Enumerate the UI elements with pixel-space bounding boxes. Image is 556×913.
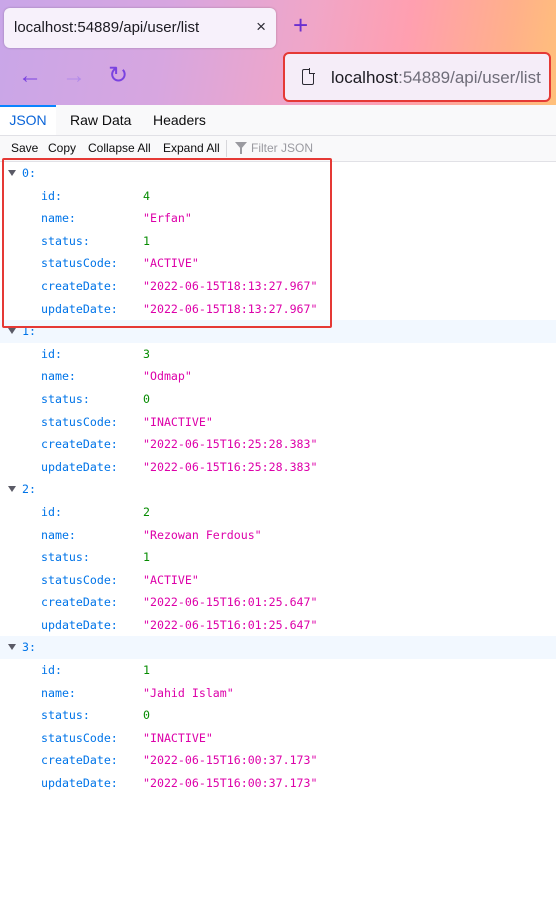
json-field-row: updateDate: "2022-06-15T16:01:25.647" [0,614,556,637]
json-key: status: [41,391,90,406]
json-field-row: id: 2 [0,501,556,524]
highlight-box [2,158,332,328]
json-value: 3 [143,346,150,361]
json-key: updateDate: [41,459,118,474]
json-field-row: statusCode: "ACTIVE" [0,569,556,592]
json-field-row: statusCode: "INACTIVE" [0,411,556,434]
back-button[interactable]: ← [18,64,42,88]
reload-button[interactable]: ↻ [108,64,128,88]
json-key: name: [41,369,76,384]
json-value: "Rezowan Ferdous" [143,527,262,542]
tab-headers[interactable]: Headers [153,105,206,135]
json-node-header[interactable]: 2: [0,478,556,501]
json-field-row: id: 1 [0,659,556,682]
copy-button[interactable]: Copy [48,141,76,155]
json-node-header[interactable]: 3: [0,636,556,660]
expand-twisty-icon[interactable] [8,328,16,335]
json-field-row: updateDate: "2022-06-15T16:00:37.173" [0,772,556,795]
json-field-row: createDate: "2022-06-15T16:00:37.173" [0,749,556,772]
json-key: statusCode: [41,414,118,429]
json-value: "2022-06-15T16:01:25.647" [143,617,318,632]
json-field-row: status: 0 [0,704,556,727]
json-value: "Odmap" [143,369,192,384]
json-key: status: [41,550,90,565]
json-field-row: updateDate: "2022-06-15T16:25:28.383" [0,456,556,479]
json-key: name: [41,527,76,542]
expand-twisty-icon[interactable] [8,486,16,493]
json-value: "2022-06-15T16:00:37.173" [143,776,318,791]
page-icon [302,68,315,85]
json-value: "2022-06-15T16:00:37.173" [143,753,318,768]
json-key: id: [41,346,62,361]
filter-icon [235,142,247,154]
json-key: statusCode: [41,730,118,745]
json-key: id: [41,663,62,678]
json-key: statusCode: [41,572,118,587]
json-value: "Jahid Islam" [143,685,234,700]
json-key: id: [41,504,62,519]
toolbar-divider [226,140,227,157]
json-value: "INACTIVE" [143,414,213,429]
json-index-label: 2: [22,482,36,497]
json-field-row: name: "Rezowan Ferdous" [0,524,556,547]
browser-tab[interactable]: localhost:54889/api/user/list × [4,8,276,48]
json-key: status: [41,708,90,723]
json-field-row: name: "Jahid Islam" [0,682,556,705]
url-text[interactable]: localhost:54889/api/user/list [331,68,541,88]
json-value: 0 [143,708,150,723]
expand-twisty-icon[interactable] [8,644,16,651]
json-index-label: 3: [22,640,36,655]
json-field-row: id: 3 [0,343,556,366]
json-value: "2022-06-15T16:01:25.647" [143,595,318,610]
json-value: "ACTIVE" [143,572,199,587]
address-bar[interactable]: localhost:54889/api/user/list [283,52,551,102]
browser-chrome: localhost:54889/api/user/list × + ← → ↻ … [0,0,556,105]
url-host: localhost [331,68,399,87]
json-key: updateDate: [41,776,118,791]
json-field-row: createDate: "2022-06-15T16:25:28.383" [0,433,556,456]
json-value: "2022-06-15T16:25:28.383" [143,459,318,474]
tab-raw-data[interactable]: Raw Data [70,105,131,135]
json-key: updateDate: [41,617,118,632]
close-tab-icon[interactable]: × [256,17,266,37]
json-value: 2 [143,504,150,519]
save-button[interactable]: Save [11,141,38,155]
json-value: 0 [143,391,150,406]
json-field-row: statusCode: "INACTIVE" [0,727,556,750]
json-key: createDate: [41,753,118,768]
tab-title: localhost:54889/api/user/list [14,19,200,36]
json-field-row: name: "Odmap" [0,365,556,388]
expand-all-button[interactable]: Expand All [163,141,220,155]
json-field-row: status: 1 [0,546,556,569]
forward-button[interactable]: → [62,64,86,88]
filter-json-input[interactable]: Filter JSON [251,141,313,155]
json-key: createDate: [41,437,118,452]
json-value: 1 [143,550,150,565]
new-tab-button[interactable]: + [293,12,308,38]
viewer-tabs: JSON Raw Data Headers [0,105,556,136]
json-field-row: status: 0 [0,388,556,411]
json-key: createDate: [41,595,118,610]
json-value: "2022-06-15T16:25:28.383" [143,437,318,452]
url-path: :54889/api/user/list [398,68,541,87]
collapse-all-button[interactable]: Collapse All [88,141,151,155]
json-value: 1 [143,663,150,678]
json-value: "INACTIVE" [143,730,213,745]
tab-json[interactable]: JSON [0,105,56,135]
json-key: name: [41,685,76,700]
json-field-row: createDate: "2022-06-15T16:01:25.647" [0,591,556,614]
